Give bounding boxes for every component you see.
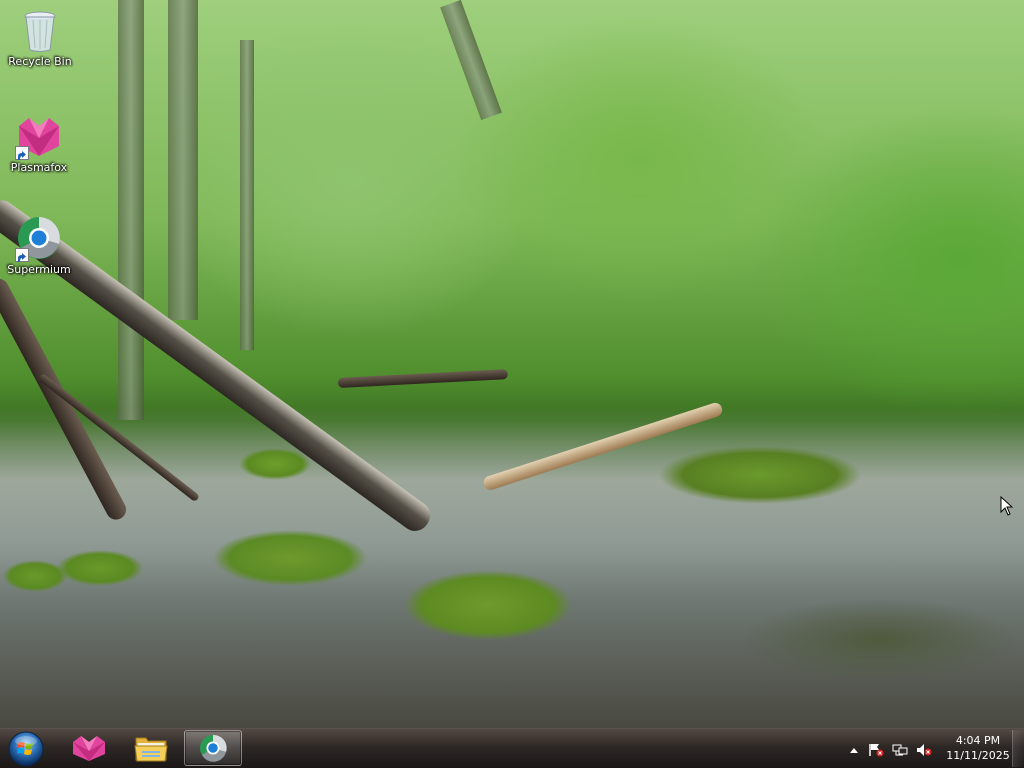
desktop: Recycle Bin Plasmafox Supermium 4:04 PM …	[0, 0, 1024, 768]
taskbar-button-plasmafox[interactable]	[60, 730, 118, 766]
distant-log	[337, 369, 509, 388]
desktop-wallpaper	[0, 0, 1024, 728]
clock-date: 11/11/2025	[946, 749, 1010, 762]
plasmafox-icon	[73, 736, 105, 761]
tree-trunk	[118, 0, 144, 420]
tree-trunk	[168, 0, 198, 320]
network-icon[interactable]	[892, 742, 908, 756]
desktop-icon-label: Supermium	[7, 263, 71, 276]
shortcut-arrow-icon	[15, 146, 29, 160]
supermium-icon	[200, 734, 227, 762]
supermium-icon	[15, 214, 63, 262]
folder-icon	[134, 737, 168, 762]
desktop-icon-plasmafox[interactable]: Plasmafox	[1, 112, 77, 174]
mouse-cursor-icon	[1000, 495, 1014, 516]
taskbar: 4:04 PM 11/11/2025	[0, 728, 1024, 768]
desktop-icon-supermium[interactable]: Supermium	[1, 214, 77, 276]
taskbar-button-supermium[interactable]	[184, 730, 242, 766]
broken-log	[481, 401, 724, 492]
volume-muted-icon[interactable]	[916, 742, 932, 756]
show-hidden-icons-arrow[interactable]	[846, 742, 862, 756]
clock-time: 4:04 PM	[955, 734, 1001, 747]
windows-start-orb-icon	[8, 731, 44, 767]
desktop-icon-label: Plasmafox	[10, 161, 68, 174]
tree-trunk	[240, 40, 254, 350]
plasmafox-icon	[15, 112, 63, 160]
tree-trunk	[440, 0, 502, 121]
show-desktop-button[interactable]	[1012, 730, 1024, 767]
taskbar-button-explorer[interactable]	[122, 730, 180, 766]
start-button[interactable]	[4, 730, 48, 768]
shortcut-arrow-icon	[15, 248, 29, 262]
desktop-icon-label: Recycle Bin	[8, 55, 72, 68]
action-center-flag-icon[interactable]	[868, 742, 884, 757]
taskbar-clock[interactable]: 4:04 PM 11/11/2025	[944, 733, 1012, 763]
system-tray: 4:04 PM 11/11/2025	[834, 729, 1024, 768]
desktop-icon-recycle-bin[interactable]: Recycle Bin	[2, 6, 78, 68]
recycle-bin-icon	[16, 6, 64, 54]
